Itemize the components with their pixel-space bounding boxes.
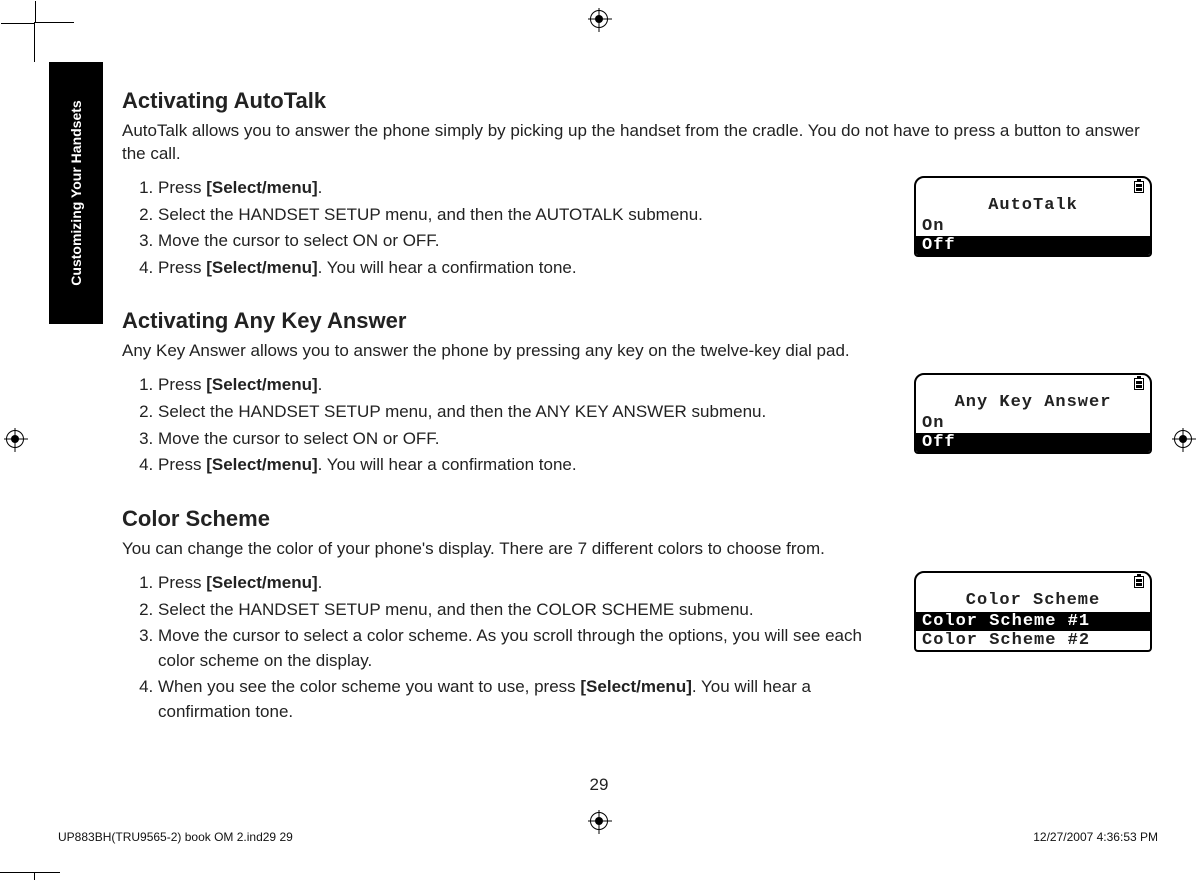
heading-autotalk: Activating AutoTalk xyxy=(122,88,1152,114)
lcd-option-selected: Off xyxy=(916,236,1150,255)
lcd-option: Color Scheme #2 xyxy=(916,631,1150,650)
lcd-option: On xyxy=(916,414,1150,433)
step: Move the cursor to select a color scheme… xyxy=(158,624,894,673)
lcd-option: On xyxy=(916,217,1150,236)
registration-mark-icon xyxy=(590,812,608,830)
lcd-title: Any Key Answer xyxy=(916,393,1150,414)
registration-mark-icon xyxy=(6,430,24,448)
steps-color: Press [Select/menu]. Select the HANDSET … xyxy=(122,571,894,727)
page-content: Activating AutoTalk AutoTalk allows you … xyxy=(122,88,1152,753)
section-tab-label: Customizing Your Handsets xyxy=(68,100,84,285)
registration-mark-icon xyxy=(1174,430,1192,448)
battery-icon xyxy=(1134,181,1144,193)
footer-left: UP883BH(TRU9565-2) book OM 2.ind29 29 xyxy=(58,830,293,844)
crop-mark xyxy=(34,22,74,62)
steps-anykey: Press [Select/menu]. Select the HANDSET … xyxy=(122,373,894,480)
heading-anykey: Activating Any Key Answer xyxy=(122,308,1152,334)
step: Press [Select/menu]. xyxy=(158,571,894,596)
step: Select the HANDSET SETUP menu, and then … xyxy=(158,598,894,623)
step: When you see the color scheme you want t… xyxy=(158,675,894,724)
step: Move the cursor to select ON or OFF. xyxy=(158,229,894,254)
lcd-title: AutoTalk xyxy=(916,196,1150,217)
step: Press [Select/menu]. You will hear a con… xyxy=(158,453,894,478)
section-tab: Customizing Your Handsets xyxy=(49,62,103,324)
print-footer: UP883BH(TRU9565-2) book OM 2.ind29 29 12… xyxy=(58,830,1158,844)
footer-right: 12/27/2007 4:36:53 PM xyxy=(1033,830,1158,844)
lead-color: You can change the color of your phone's… xyxy=(122,538,1152,561)
registration-mark-icon xyxy=(590,10,608,28)
step: Select the HANDSET SETUP menu, and then … xyxy=(158,203,894,228)
lcd-option-selected: Color Scheme #1 xyxy=(916,612,1150,631)
step: Press [Select/menu]. xyxy=(158,373,894,398)
lead-anykey: Any Key Answer allows you to answer the … xyxy=(122,340,1152,363)
battery-icon xyxy=(1134,378,1144,390)
page-number: 29 xyxy=(590,775,609,795)
step: Select the HANDSET SETUP menu, and then … xyxy=(158,400,894,425)
step: Move the cursor to select ON or OFF. xyxy=(158,427,894,452)
lcd-autotalk: AutoTalk On Off xyxy=(914,176,1152,257)
lead-autotalk: AutoTalk allows you to answer the phone … xyxy=(122,120,1152,166)
lcd-title: Color Scheme xyxy=(916,591,1150,612)
lcd-option-selected: Off xyxy=(916,433,1150,452)
steps-autotalk: Press [Select/menu]. Select the HANDSET … xyxy=(122,176,894,283)
lcd-color: Color Scheme Color Scheme #1 Color Schem… xyxy=(914,571,1152,652)
step: Press [Select/menu]. xyxy=(158,176,894,201)
lcd-anykey: Any Key Answer On Off xyxy=(914,373,1152,454)
step: Press [Select/menu]. You will hear a con… xyxy=(158,256,894,281)
heading-color: Color Scheme xyxy=(122,506,1152,532)
battery-icon xyxy=(1134,576,1144,588)
